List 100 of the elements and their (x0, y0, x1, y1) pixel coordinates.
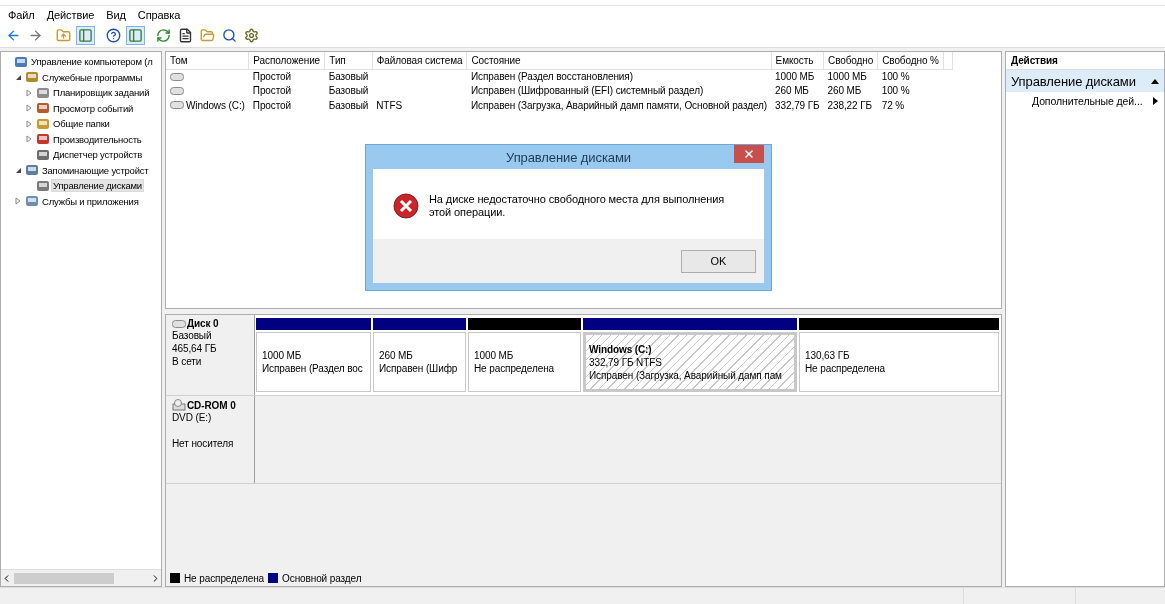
partition-status: Исправен (Шифр (379, 362, 459, 375)
table-cell: 332,79 ГБ (775, 99, 820, 111)
table-cell: 72 % (881, 99, 905, 111)
partition-status: Не распределена (474, 362, 556, 375)
table-cell: Windows (C:) (186, 99, 245, 111)
disk-detail: DVD (E:) (172, 412, 212, 423)
panel-icon (78, 28, 93, 43)
disk-detail: В сети (172, 356, 202, 367)
cd-drive-icon (172, 399, 186, 411)
tree-node-icon (36, 178, 50, 193)
tree-node-icon (36, 101, 50, 116)
tree-item[interactable]: Планировщик заданий (51, 86, 152, 100)
toolbar-button[interactable] (220, 26, 239, 45)
dialog-message: На диске недостаточно свободного места для выполнения этой операции. (429, 193, 726, 219)
drive-icon (170, 72, 184, 81)
partition-size: 1000 МБ (474, 349, 515, 362)
table-cell: Исправен (Шифрованный (EFI) системный раздел) (470, 85, 704, 97)
tree-item[interactable]: Служебные программы (40, 70, 145, 84)
disk-detail: Нет носителя (172, 438, 234, 449)
drive-icon (170, 86, 184, 95)
column-header[interactable]: Свободно (823, 52, 878, 69)
menu-item[interactable]: Файл (2, 9, 41, 21)
partition-name: Windows (C:) (589, 342, 653, 356)
table-cell: Исправен (Загрузка, Аварийный дамп памяти, Основной раздел) (470, 99, 768, 111)
column-header[interactable]: Тип (324, 52, 373, 69)
table-cell: 238,22 ГБ (827, 99, 872, 111)
partition-block[interactable]: 260 МБ Исправен (Шифр (373, 332, 466, 392)
table-cell: Простой (252, 99, 292, 111)
expand-arrow-icon[interactable] (24, 118, 34, 129)
expand-arrow-icon[interactable] (24, 134, 34, 145)
table-cell: NTFS (376, 99, 402, 111)
tree-item[interactable]: Службы и приложения (40, 194, 141, 208)
scrollbar-thumb[interactable] (14, 572, 114, 584)
table-cell: Простой (252, 71, 292, 82)
panel-icon (128, 28, 143, 43)
error-icon (393, 193, 419, 219)
tree-node-icon (36, 116, 50, 131)
table-cell: 260 МБ (775, 85, 809, 97)
toolbar-button[interactable] (242, 26, 261, 45)
tree-item[interactable]: Управление компьютером (л (29, 55, 155, 69)
tree-node-icon (25, 70, 39, 85)
partition-status: Исправен (Загрузка, Аварийный дамп пам (589, 368, 783, 382)
disk-name: CD-ROM 0 (187, 399, 236, 411)
tree-node-icon (25, 163, 39, 178)
column-header[interactable]: Файловая система (372, 52, 467, 69)
search-icon (222, 28, 237, 43)
help-icon (106, 28, 121, 43)
menu-item[interactable]: Действие (40, 9, 101, 21)
menu-item[interactable]: Вид (100, 9, 132, 21)
close-icon (743, 148, 755, 160)
table-cell: 1000 МБ (775, 71, 815, 82)
legend-label: Основной раздел (282, 572, 362, 584)
tree-item[interactable]: Управление дисками (51, 179, 144, 193)
open-folder-icon (200, 28, 215, 43)
disk-detail: Базовый (172, 330, 212, 341)
table-cell: 100 % (881, 85, 910, 97)
partition-size: 332,79 ГБ NTFS (589, 355, 663, 369)
disk-detail: 465,64 ГБ (172, 343, 217, 354)
column-header[interactable]: Том (166, 52, 249, 69)
table-cell: Базовый (328, 85, 369, 97)
drive-icon (172, 319, 186, 328)
partition-status: Исправен (Раздел вос (262, 362, 364, 375)
column-header[interactable]: Свободно % (877, 52, 944, 69)
tree-item[interactable]: Производительность (51, 132, 144, 146)
partition-block[interactable]: 1000 МБ Исправен (Раздел вос (256, 332, 371, 392)
tree-node-icon (25, 194, 39, 209)
tree-node-icon (36, 132, 50, 147)
menu-item[interactable]: Справка (131, 9, 187, 21)
close-button[interactable] (734, 145, 764, 163)
ok-button[interactable]: OK (681, 249, 756, 273)
action-item[interactable]: Дополнительные дей... (1006, 92, 1164, 110)
tree-item[interactable]: Просмотр событий (51, 101, 136, 115)
partition-block[interactable]: 1000 МБ Не распределена (468, 332, 581, 392)
partition-size: 1000 МБ (262, 349, 303, 362)
tree-node-icon (36, 85, 50, 100)
tree-node-icon (14, 54, 28, 69)
properties-icon (178, 28, 193, 43)
table-cell: Базовый (328, 99, 369, 111)
table-cell: 100 % (881, 71, 910, 82)
actions-section[interactable]: Управление дисками (1006, 70, 1164, 92)
column-header[interactable]: Емкость (771, 52, 824, 69)
tree-item[interactable]: Запоминающие устройст (40, 163, 151, 177)
table-cell: 260 МБ (827, 85, 862, 97)
tree-item[interactable]: Диспетчер устройств (51, 148, 145, 162)
expand-arrow-icon[interactable] (24, 87, 34, 98)
toolbar-button[interactable] (104, 26, 123, 45)
forward-arrow-icon (28, 28, 43, 43)
partition-block[interactable]: 130,63 ГБ Не распределена (799, 332, 999, 392)
expand-arrow-icon[interactable] (24, 103, 34, 114)
folder-up-icon (56, 28, 71, 43)
collapse-arrow-icon[interactable] (1151, 78, 1159, 84)
partition-status: Не распределена (805, 362, 887, 375)
expand-arrow-icon[interactable] (13, 196, 23, 207)
refresh-icon (156, 28, 171, 43)
tree-item[interactable]: Общие папки (51, 117, 112, 131)
partition-block[interactable]: Windows (C:) 332,79 ГБ NTFS Исправен (Загрузка, Аварийный дамп пам (583, 332, 797, 392)
column-header[interactable]: Состояние (466, 52, 772, 69)
column-header[interactable]: Расположение (248, 52, 325, 69)
drive-icon (170, 101, 184, 110)
table-cell: Исправен (Раздел восстановления) (470, 71, 633, 82)
